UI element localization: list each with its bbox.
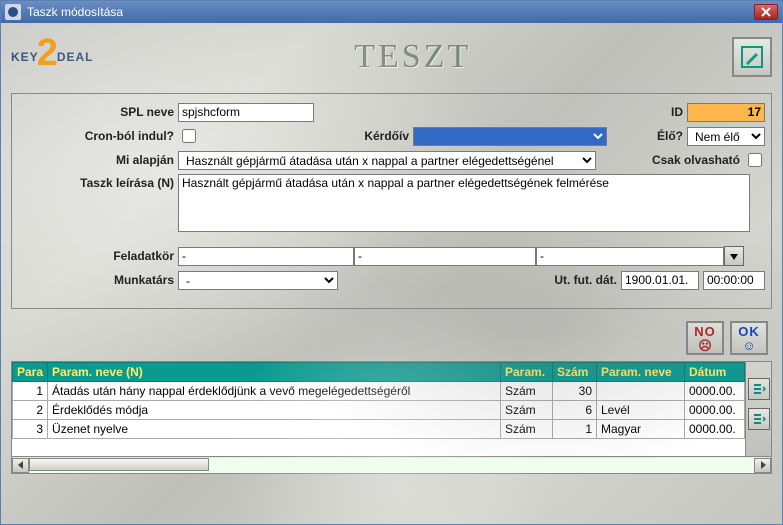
col-pneve[interactable]: Param. neve [597,363,685,382]
close-icon [761,7,771,17]
app-icon [5,4,21,20]
arrow-down-icon [728,250,740,262]
logo-left: KEY [11,50,39,64]
list-icon [752,412,766,426]
params-table-panel: Para Param. neve (N) Param. Szám Param. … [11,361,772,457]
feladat1-input[interactable] [178,247,354,266]
label-csak: Csak olvasható [646,153,744,167]
list-icon [752,382,766,396]
no-button[interactable]: NO ☹ [686,321,724,355]
close-button[interactable] [754,4,778,20]
window-title: Taszk módosítása [27,5,754,19]
chevron-right-icon [759,461,767,469]
mialapjan-select[interactable]: Használt gépjármű átadása után x nappal … [178,151,596,170]
chevron-left-icon [17,461,25,469]
table-row[interactable]: 1 Átadás után hány nappal érdeklődjünk a… [13,382,745,401]
label-mialapjan: Mi alapján [18,153,178,167]
logo-right: DEAL [57,50,94,64]
spl-input[interactable] [178,103,314,122]
horizontal-scrollbar[interactable] [11,457,772,474]
elo-select[interactable]: Nem élő [687,127,765,146]
label-spl: SPL neve [18,105,178,119]
utfut-time-input[interactable] [703,271,765,290]
feladat2-input[interactable] [354,247,536,266]
col-datum[interactable]: Dátum [685,363,745,382]
brand-title: TESZT [354,38,471,75]
scroll-track[interactable] [29,458,754,473]
label-munkatars: Munkatárs [18,273,178,287]
form-panel: SPL neve ID Cron-ból indul? Kérdőív Élő?… [11,93,772,309]
table-side-toolbar [745,362,771,456]
scroll-left-button[interactable] [12,458,29,473]
row-detail-button-2[interactable] [748,408,770,430]
label-id: ID [657,105,687,119]
kerdoiv-select[interactable] [413,127,607,146]
cron-checkbox[interactable] [182,129,196,143]
ok-label: OK [738,325,760,338]
params-table: Para Param. neve (N) Param. Szám Param. … [12,362,745,439]
ok-button[interactable]: OK ☺ [730,321,768,355]
label-leiras: Taszk leírása (N) [18,174,178,190]
logo: KEY 2 DEAL [11,36,94,79]
id-input[interactable] [687,103,765,122]
logo-number: 2 [37,32,59,75]
label-cron: Cron-ból indul? [18,129,178,143]
smile-icon: ☺ [742,339,755,352]
scroll-thumb[interactable] [29,458,209,471]
utfut-date-input[interactable] [621,271,699,290]
col-para[interactable]: Para [13,363,48,382]
titlebar[interactable]: Taszk módosítása [1,1,782,23]
col-szam[interactable]: Szám [553,363,597,382]
label-elo: Élő? [653,129,687,143]
label-kerdoiv: Kérdőív [359,129,413,143]
pencil-icon [740,45,764,69]
table-row[interactable]: 2 Érdeklődés módja Szám 6 Levél 0000.00. [13,401,745,420]
edit-button[interactable] [732,37,772,77]
row-detail-button-1[interactable] [748,378,770,400]
feladat3-input[interactable] [536,247,724,266]
scroll-right-button[interactable] [754,458,771,473]
col-param[interactable]: Param. [501,363,553,382]
munkatars-select[interactable]: - [178,271,338,290]
col-nev[interactable]: Param. neve (N) [48,363,501,382]
table-row[interactable]: 3 Üzenet nyelve Szám 1 Magyar 0000.00. [13,420,745,439]
feladat-dropdown-button[interactable] [724,246,744,266]
no-label: NO [694,325,716,338]
label-feladatkor: Feladatkör [18,249,178,263]
frown-icon: ☹ [698,339,712,352]
label-utfut: Ut. fut. dát. [541,273,621,287]
leiras-textarea[interactable]: Használt gépjármű átadása után x nappal … [178,174,750,232]
csak-checkbox[interactable] [748,153,762,167]
table-header-row: Para Param. neve (N) Param. Szám Param. … [13,363,745,382]
brand-area: TESZT [94,38,733,76]
